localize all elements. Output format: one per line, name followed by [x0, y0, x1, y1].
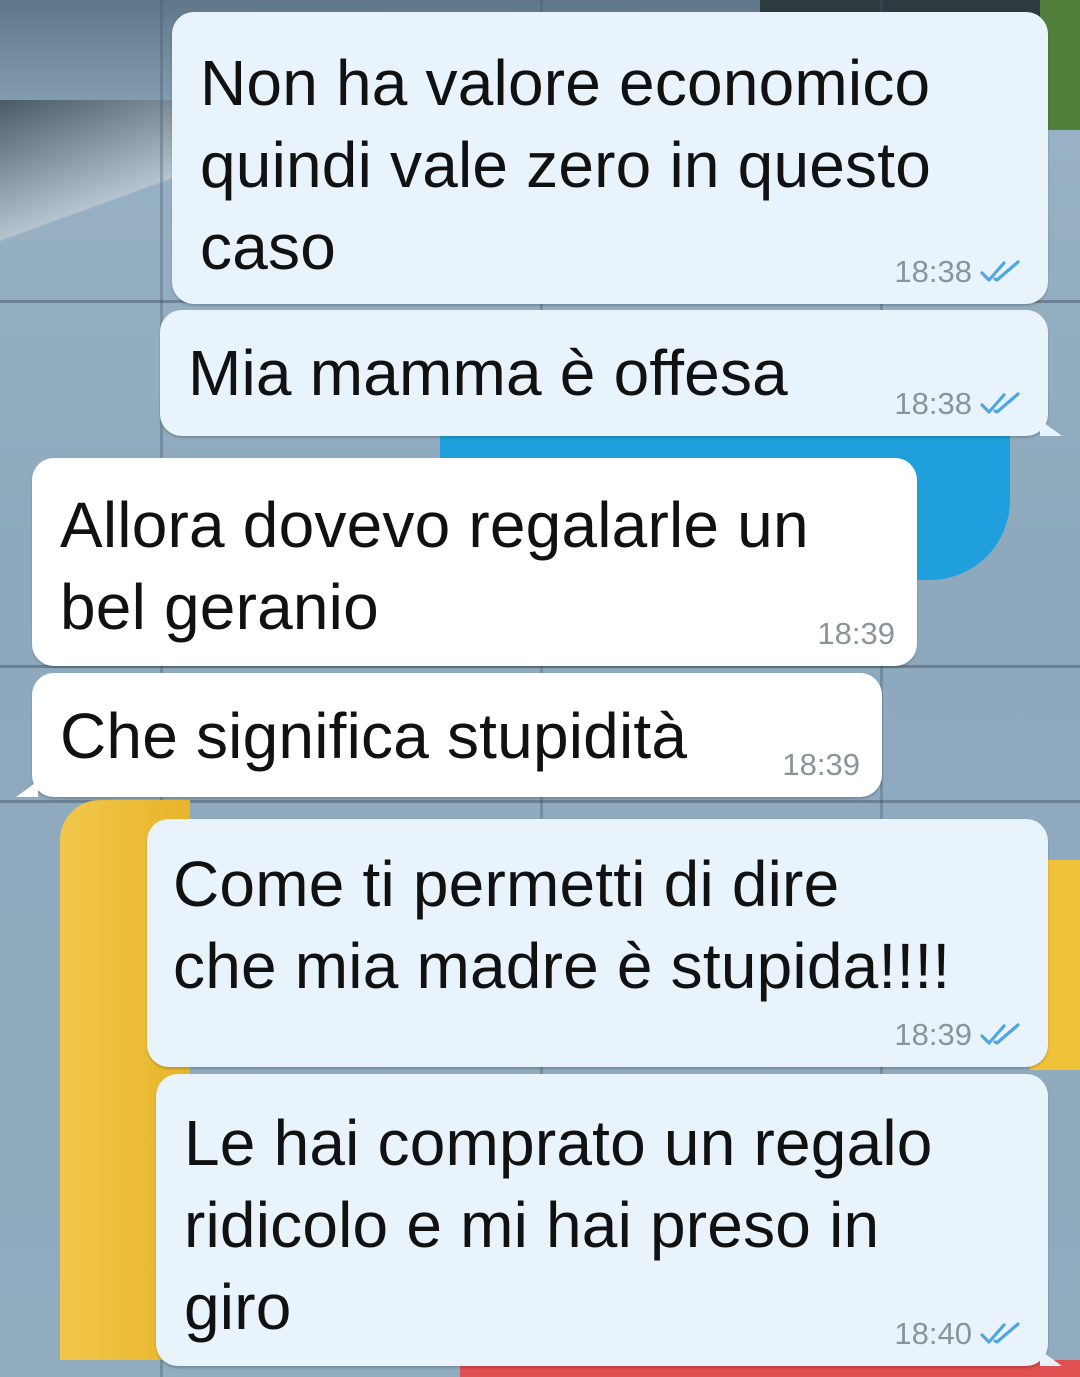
message-bubble-outgoing[interactable]: Come ti permetti di dire che mia madre è… — [147, 819, 1048, 1067]
message-meta: 18:38 — [894, 386, 1026, 422]
message-time: 18:38 — [894, 254, 972, 289]
double-check-icon — [980, 1322, 1020, 1344]
message-meta: 18:39 — [817, 616, 895, 652]
message-bubble-outgoing[interactable]: Non ha valore economico quindi vale zero… — [172, 12, 1048, 304]
message-bubble-incoming[interactable]: Allora dovevo regalarle un bel geranio 1… — [32, 458, 917, 666]
message-text: Le hai comprato un regalo ridicolo e mi … — [184, 1107, 933, 1343]
message-bubble-incoming[interactable]: Che significa stupidità 18:39 — [16, 673, 882, 797]
double-check-icon — [980, 1023, 1020, 1045]
message-bubble-outgoing[interactable]: Le hai comprato un regalo ridicolo e mi … — [156, 1074, 1062, 1366]
message-text: Che significa stupidità — [60, 700, 688, 772]
message-time: 18:38 — [894, 386, 972, 421]
message-time: 18:39 — [817, 616, 895, 651]
double-check-icon — [980, 392, 1020, 414]
message-meta: 18:39 — [782, 747, 860, 783]
double-check-icon — [980, 260, 1020, 282]
message-text: Allora dovevo regalarle un bel geranio — [60, 489, 809, 643]
message-meta: 18:38 — [894, 254, 1026, 290]
wallpaper-cable — [0, 100, 200, 260]
message-bubble-outgoing[interactable]: Mia mamma è offesa 18:38 — [160, 310, 1062, 436]
message-meta: 18:40 — [894, 1316, 1026, 1352]
message-text: Non ha valore economico quindi vale zero… — [200, 47, 932, 283]
message-time: 18:39 — [782, 747, 860, 782]
message-meta: 18:39 — [894, 1017, 1026, 1053]
message-text: Come ti permetti di dire che mia madre è… — [173, 848, 951, 1002]
message-time: 18:39 — [894, 1017, 972, 1052]
message-time: 18:40 — [894, 1316, 972, 1351]
